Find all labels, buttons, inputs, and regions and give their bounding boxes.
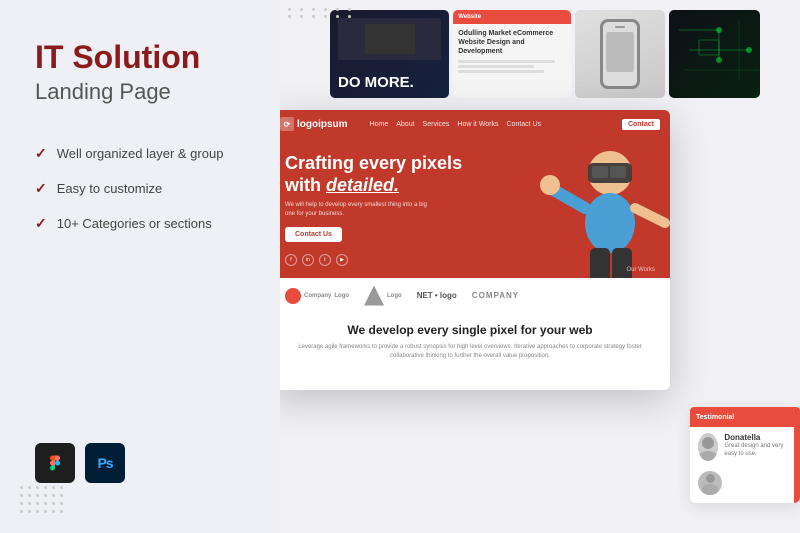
yt-icon: ▶ — [336, 254, 348, 266]
in-icon: in — [302, 254, 314, 266]
right-panel: DO MORE. Website Odulling Market eCommer… — [280, 0, 800, 533]
testimonial-text-block: Donatella Great design and very easy to … — [724, 433, 792, 459]
do-more-text: DO MORE. — [338, 75, 414, 90]
content-subtext: Leverage agile frameworks to provide a r… — [285, 343, 655, 361]
nav-services: Services — [423, 121, 450, 128]
left-panel: IT Solution Landing Page ✓ Well organize… — [0, 0, 280, 533]
top-cards-row: DO MORE. Website Odulling Market eCommer… — [330, 10, 760, 100]
nav-links: Home About Services How it Works Contact… — [370, 121, 542, 128]
logo-4: COMPANY — [472, 291, 519, 300]
dot-pattern-bottom — [20, 486, 63, 513]
nav-about: About — [396, 121, 414, 128]
social-icons: f in t ▶ — [285, 254, 348, 266]
sub-title: Landing Page — [35, 79, 245, 105]
mockup-hero: Crafting every pixels with detailed. We … — [280, 138, 670, 278]
testimonial-avatar-2 — [698, 471, 722, 495]
hero-headline: Crafting every pixels with detailed. — [285, 153, 465, 196]
circuit-card — [669, 10, 760, 98]
mockup-navbar: ⟳ logoipsum Home About Services How it W… — [280, 110, 670, 138]
logo-1: Company Logo — [285, 288, 349, 304]
testimonial-header: Testimonial — [690, 407, 800, 427]
nav-home: Home — [370, 121, 389, 128]
tw-icon: t — [319, 254, 331, 266]
features-list: ✓ Well organized layer & group ✓ Easy to… — [35, 145, 245, 232]
logo-3: NET • logo — [417, 291, 457, 300]
tool-icons: Ps — [35, 443, 125, 483]
nav-contact: Contact Us — [507, 121, 542, 128]
phone-card — [575, 10, 666, 98]
check-icon-3: ✓ — [35, 215, 47, 232]
logo-2: Logo — [364, 286, 402, 306]
hero-cta-button[interactable]: Contact Us — [285, 227, 342, 242]
testimonial-card: Testimonial Donatella Great design and v… — [690, 407, 800, 503]
nav-how: How it Works — [457, 121, 498, 128]
dot-pattern-top — [288, 8, 356, 18]
hero-subtext: We will help to develop every smallest t… — [285, 201, 435, 219]
mockup-content: We develop every single pixel for your w… — [280, 313, 670, 371]
card-header: Website — [453, 10, 571, 24]
circuit-svg — [669, 10, 760, 98]
feature-2: ✓ Easy to customize — [35, 180, 245, 197]
red-accent-bar — [794, 407, 800, 503]
testimonial-body: Donatella Great design and very easy to … — [698, 433, 792, 465]
phone-shape — [600, 19, 640, 89]
figma-icon — [35, 443, 75, 483]
card-content: Odulling Market eCommerce Website Design… — [453, 24, 571, 78]
testimonial-avatar — [698, 433, 718, 461]
nav-cta-button[interactable]: Contact — [622, 119, 660, 130]
testimonial-body-2 — [698, 471, 792, 495]
vr-person-figure — [520, 138, 670, 278]
logo-icon: ⟳ — [280, 117, 294, 131]
main-title: IT Solution — [35, 40, 245, 75]
logos-bar: Company Logo Logo NET • logo COMPANY — [280, 278, 670, 313]
ecommerce-card: Website Odulling Market eCommerce Websit… — [453, 10, 571, 98]
content-headline: We develop every single pixel for your w… — [285, 323, 655, 339]
feature-3: ✓ 10+ Categories or sections — [35, 215, 245, 232]
check-icon-2: ✓ — [35, 180, 47, 197]
photoshop-icon: Ps — [85, 443, 125, 483]
nav-logo: ⟳ logoipsum — [280, 117, 348, 131]
logo-circle-1 — [285, 288, 301, 304]
fb-icon: f — [285, 254, 297, 266]
do-more-card: DO MORE. — [330, 10, 449, 98]
main-website-mockup: ⟳ logoipsum Home About Services How it W… — [280, 110, 670, 390]
monitor-screen — [338, 18, 441, 60]
our-works-label: Our Works — [626, 267, 655, 273]
check-icon-1: ✓ — [35, 145, 47, 162]
feature-1: ✓ Well organized layer & group — [35, 145, 245, 162]
